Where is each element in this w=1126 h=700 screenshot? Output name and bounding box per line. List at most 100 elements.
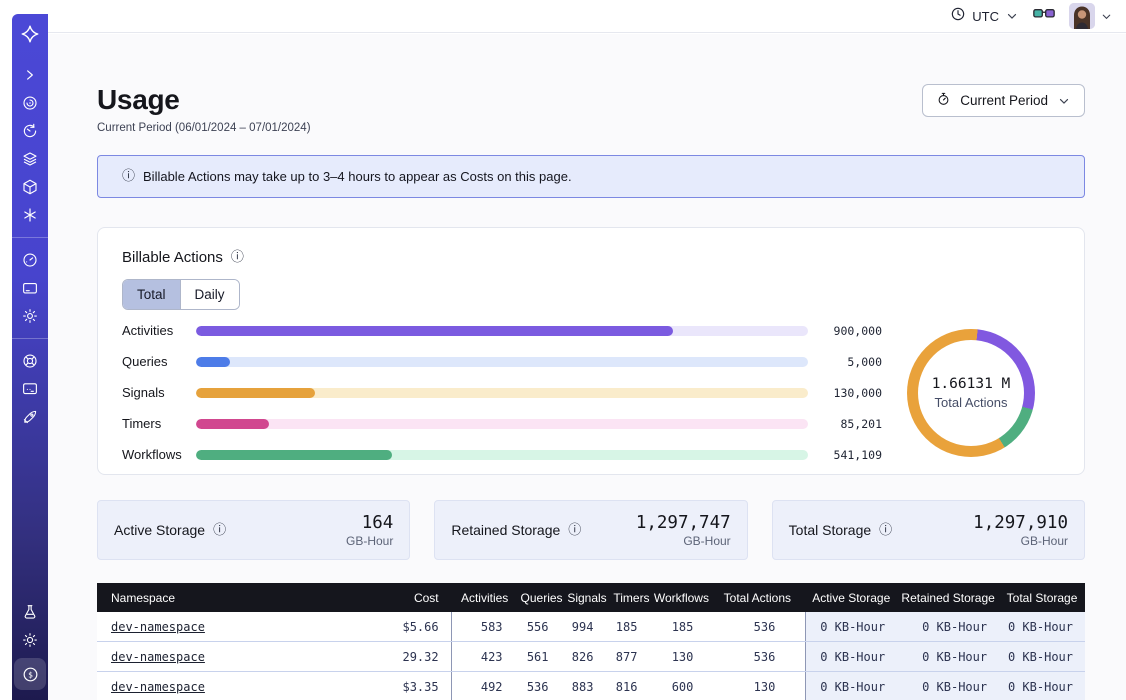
namespaces-icon[interactable] <box>21 94 39 112</box>
cell-namespace: dev-namespace <box>97 612 347 641</box>
bar-value: 541,109 <box>820 448 882 462</box>
period-selector-button[interactable]: Current Period <box>922 84 1085 117</box>
layers-icon[interactable] <box>21 150 39 168</box>
billable-actions-chart: Activities900,000Queries5,000Signals130,… <box>122 323 1060 462</box>
storage-card-label: Retained Storage <box>451 522 560 538</box>
rocket-icon[interactable] <box>21 408 39 426</box>
sidebar-divider <box>12 338 48 339</box>
chevron-down-icon <box>1057 94 1071 108</box>
storage-card-value: 1,297,910 <box>973 513 1068 533</box>
cell-retained_storage: 0 KB-Hour <box>897 672 999 700</box>
app: $ UTC <box>0 0 1126 700</box>
bar-label: Workflows <box>122 447 184 462</box>
storage-card-unit: GB-Hour <box>636 534 731 548</box>
column-header-activities: Activities <box>451 583 519 612</box>
stopwatch-icon <box>936 91 951 110</box>
namespace-link[interactable]: dev-namespace <box>111 620 205 634</box>
table-row: dev-namespace$5.665835569941851855360 KB… <box>97 612 1085 642</box>
glasses-icon[interactable] <box>1033 7 1055 25</box>
cube-icon[interactable] <box>21 178 39 196</box>
namespace-link[interactable]: dev-namespace <box>111 680 205 694</box>
expand-sidebar-icon[interactable] <box>21 66 39 84</box>
cell-active_storage: 0 KB-Hour <box>805 672 897 700</box>
storage-card-label: Active Storage <box>114 522 205 538</box>
svg-text:$: $ <box>28 670 33 679</box>
cell-namespace: dev-namespace <box>97 672 347 700</box>
nexus-asterisk-icon[interactable] <box>21 206 39 224</box>
bar-label: Timers <box>122 416 184 431</box>
table-row: dev-namespace$3.354925368838166001300 KB… <box>97 672 1085 700</box>
usage-gauge-icon[interactable] <box>21 251 39 269</box>
billable-actions-card: Billable Actions ⓘ TotalDaily Activities… <box>97 227 1085 475</box>
timezone-selector[interactable]: UTC <box>950 6 1019 27</box>
chevron-down-icon <box>1005 9 1019 23</box>
column-header-total_actions: Total Actions <box>709 583 805 612</box>
bar-value: 130,000 <box>820 386 882 400</box>
tab-total[interactable]: Total <box>123 280 180 309</box>
storage-card-value: 164 <box>346 513 393 533</box>
tab-daily[interactable]: Daily <box>180 280 239 309</box>
chevron-down-icon <box>1100 10 1113 23</box>
bar-value: 900,000 <box>820 324 882 338</box>
column-header-cost: Cost <box>347 583 451 612</box>
info-icon[interactable]: ⓘ <box>231 251 244 264</box>
usage-billing-coin-icon[interactable]: $ <box>14 658 46 690</box>
info-icon[interactable]: ⓘ <box>213 524 226 537</box>
cell-queries: 561 <box>519 642 565 671</box>
column-header-signals: Signals <box>565 583 610 612</box>
bar-fill <box>196 419 269 429</box>
temporal-logo-icon[interactable] <box>19 23 41 45</box>
cell-workflows: 185 <box>653 612 709 641</box>
bar-label: Activities <box>122 323 184 338</box>
cell-cost: 29.32 <box>347 642 451 671</box>
account-menu[interactable] <box>1069 3 1113 29</box>
cell-total_storage: 0 KB-Hour <box>999 642 1085 671</box>
billable-actions-label: Billable Actions <box>122 249 223 266</box>
history-icon[interactable] <box>21 122 39 140</box>
clock-icon <box>950 6 966 27</box>
cell-signals: 883 <box>565 672 610 700</box>
bar-fill <box>196 357 230 367</box>
bar-row-queries: Queries5,000 <box>122 354 882 369</box>
period-button-label: Current Period <box>960 93 1048 108</box>
bar-row-activities: Activities 900,000 <box>122 323 882 338</box>
cell-queries: 536 <box>519 672 565 700</box>
sidebar-divider <box>12 237 48 238</box>
bar-row-timers: Timers85,201 <box>122 416 882 431</box>
cell-active_storage: 0 KB-Hour <box>805 612 897 641</box>
storage-card-unit: GB-Hour <box>346 534 393 548</box>
theme-sun-icon[interactable] <box>21 631 39 649</box>
page-header: Usage Current Period (06/01/2024 – 07/01… <box>97 84 1085 134</box>
donut-chart: 1.66131 M Total Actions <box>882 329 1060 457</box>
cell-workflows: 130 <box>653 642 709 671</box>
cell-activities: 583 <box>451 612 519 641</box>
total-actions-value: 1.66131 M <box>932 376 1011 392</box>
cell-total_storage: 0 KB-Hour <box>999 612 1085 641</box>
cell-timers: 185 <box>609 612 653 641</box>
bar-track <box>196 388 808 398</box>
cell-namespace: dev-namespace <box>97 642 347 671</box>
bar-fill <box>196 388 315 398</box>
cell-signals: 994 <box>565 612 610 641</box>
support-lifebuoy-icon[interactable] <box>21 352 39 370</box>
page-subtitle: Current Period (06/01/2024 – 07/01/2024) <box>97 122 311 134</box>
total-daily-tabs: TotalDaily <box>122 279 240 310</box>
settings-gear-icon[interactable] <box>21 307 39 325</box>
banner-text: Billable Actions may take up to 3–4 hour… <box>143 169 572 184</box>
console-icon[interactable] <box>21 380 39 398</box>
cell-cost: $5.66 <box>347 612 451 641</box>
bar-chart: Activities900,000Queries5,000Signals130,… <box>122 323 882 462</box>
info-icon[interactable]: ⓘ <box>879 524 892 537</box>
billing-card-icon[interactable] <box>21 279 39 297</box>
bar-fill <box>196 450 392 460</box>
info-icon[interactable]: ⓘ <box>568 524 581 537</box>
bar-track <box>196 450 808 460</box>
bar-fill <box>196 326 673 336</box>
main-content: Usage Current Period (06/01/2024 – 07/01… <box>48 34 1126 700</box>
column-header-queries: Queries <box>519 583 565 612</box>
labs-flask-icon[interactable] <box>21 603 39 621</box>
total-actions-label: Total Actions <box>935 395 1008 410</box>
bar-track <box>196 419 808 429</box>
namespace-link[interactable]: dev-namespace <box>111 650 205 664</box>
cell-total_actions: 130 <box>709 672 805 700</box>
